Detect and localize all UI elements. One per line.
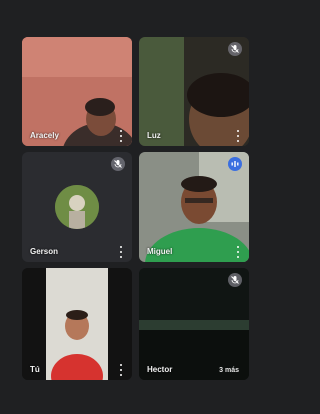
more-options-icon[interactable] [118, 130, 124, 142]
participant-video [22, 268, 132, 380]
more-options-icon[interactable] [235, 246, 241, 258]
more-options-icon[interactable] [118, 364, 124, 376]
participant-name: Tú [30, 365, 40, 374]
muted-mic-icon [228, 42, 242, 56]
participant-tile-gerson[interactable]: Gerson [22, 152, 132, 262]
participant-tile-self[interactable]: Tú [22, 268, 132, 380]
participant-tile-aracely[interactable]: Aracely [22, 37, 132, 146]
participant-name: Aracely [30, 131, 59, 140]
muted-mic-icon [111, 157, 125, 171]
participant-name: Miguel [147, 247, 173, 256]
more-options-icon[interactable] [118, 246, 124, 258]
avatar [55, 185, 99, 229]
participant-name: Hector [147, 365, 173, 374]
participant-tile-hector[interactable]: Hector 3 más [139, 268, 249, 380]
muted-mic-icon [228, 273, 242, 287]
participant-name: Gerson [30, 247, 59, 256]
participant-name: Luz [147, 131, 161, 140]
participant-tile-luz[interactable]: Luz [139, 37, 249, 146]
participant-tile-miguel[interactable]: Miguel [139, 152, 249, 262]
speaking-indicator-icon [228, 157, 242, 171]
more-participants-count[interactable]: 3 más [219, 367, 239, 374]
participant-video [22, 37, 132, 146]
participant-grid: Aracely Luz Gerson Miguel Tú Hector 3 má… [0, 0, 252, 414]
more-options-icon[interactable] [235, 130, 241, 142]
